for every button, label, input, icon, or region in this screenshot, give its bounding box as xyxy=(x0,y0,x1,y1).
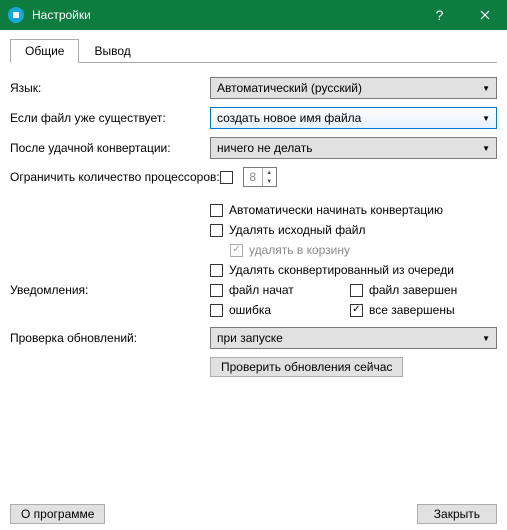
delete-source-label: Удалять исходный файл xyxy=(229,223,365,237)
file-exists-label: Если файл уже существует: xyxy=(10,111,210,125)
after-conv-label: После удачной конвертации: xyxy=(10,141,210,155)
updates-label: Проверка обновлений: xyxy=(10,331,210,345)
tab-strip: Общие Вывод xyxy=(10,38,497,63)
delete-recycle-checkbox: ✓ xyxy=(230,244,243,257)
remove-queue-label: Удалять сконвертированный из очереди xyxy=(229,263,454,277)
remove-queue-checkbox[interactable] xyxy=(210,264,223,277)
language-value: Автоматический (русский) xyxy=(217,81,362,95)
dialog-footer: О программе Закрыть xyxy=(10,498,497,524)
auto-start-label: Автоматически начинать конвертацию xyxy=(229,203,443,217)
after-conv-value: ничего не делать xyxy=(217,141,312,155)
file-exists-dropdown[interactable]: создать новое имя файла ▼ xyxy=(210,107,497,129)
app-icon xyxy=(8,7,24,23)
about-button[interactable]: О программе xyxy=(10,504,105,524)
notify-all-finished-label: все завершены xyxy=(369,303,455,317)
help-button[interactable]: ? xyxy=(417,0,462,30)
limit-cpu-checkbox[interactable] xyxy=(220,171,233,184)
spinner-down-icon[interactable]: ▼ xyxy=(263,177,276,186)
file-exists-value: создать новое имя файла xyxy=(217,111,361,125)
updates-dropdown[interactable]: при запуске ▼ xyxy=(210,327,497,349)
close-window-button[interactable] xyxy=(462,0,507,30)
tab-output[interactable]: Вывод xyxy=(79,39,145,63)
chevron-down-icon: ▼ xyxy=(482,144,490,153)
updates-value: при запуске xyxy=(217,331,283,345)
chevron-down-icon: ▼ xyxy=(482,114,490,123)
after-conv-dropdown[interactable]: ничего не делать ▼ xyxy=(210,137,497,159)
title-bar: Настройки ? xyxy=(0,0,507,30)
delete-recycle-label: удалять в корзину xyxy=(249,243,350,257)
form-area: Язык: Автоматический (русский) ▼ Если фа… xyxy=(10,77,497,498)
notify-file-finished-label: файл завершен xyxy=(369,283,457,297)
spinner-up-icon[interactable]: ▲ xyxy=(263,168,276,177)
close-button[interactable]: Закрыть xyxy=(417,504,497,524)
check-updates-now-button[interactable]: Проверить обновления сейчас xyxy=(210,357,403,377)
tab-general[interactable]: Общие xyxy=(10,39,79,63)
notify-file-started-checkbox[interactable] xyxy=(210,284,223,297)
cpu-count-spinner[interactable]: 8 ▲▼ xyxy=(243,167,277,187)
notify-file-finished-checkbox[interactable] xyxy=(350,284,363,297)
window-title: Настройки xyxy=(32,8,417,22)
language-label: Язык: xyxy=(10,81,210,95)
language-dropdown[interactable]: Автоматический (русский) ▼ xyxy=(210,77,497,99)
delete-source-checkbox[interactable] xyxy=(210,224,223,237)
cpu-count-value: 8 xyxy=(244,168,262,186)
notify-file-started-label: файл начат xyxy=(229,283,294,297)
auto-start-checkbox[interactable] xyxy=(210,204,223,217)
notify-all-finished-checkbox[interactable]: ✓ xyxy=(350,304,363,317)
notify-error-checkbox[interactable] xyxy=(210,304,223,317)
limit-cpu-label: Ограничить количество процессоров: xyxy=(10,170,220,184)
notify-error-label: ошибка xyxy=(229,303,271,317)
chevron-down-icon: ▼ xyxy=(482,84,490,93)
notifications-label: Уведомления: xyxy=(10,283,210,297)
chevron-down-icon: ▼ xyxy=(482,334,490,343)
dialog-content: Общие Вывод Язык: Автоматический (русски… xyxy=(0,30,507,530)
